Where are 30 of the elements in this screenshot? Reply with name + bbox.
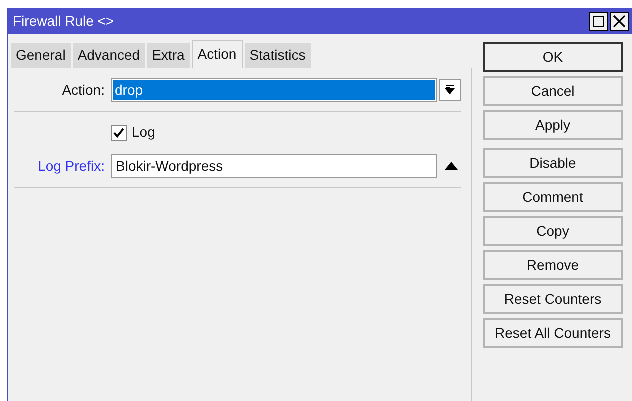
tab[interactable]: Advanced — [72, 43, 146, 68]
dropdown-value: drop — [115, 80, 144, 100]
arrow-down-icon — [445, 84, 455, 96]
dialog-button[interactable]: Remove — [483, 250, 623, 280]
close-button[interactable] — [610, 12, 629, 30]
dropdown-button[interactable] — [439, 79, 461, 101]
action-dropdown[interactable]: drop — [111, 78, 437, 102]
dialog-button[interactable]: Copy — [483, 216, 623, 246]
square-icon — [593, 16, 604, 26]
maximize-button[interactable] — [589, 12, 608, 30]
log-prefix-field[interactable]: Blokir-Wordpress — [111, 154, 437, 178]
field-label: Action: — [61, 80, 106, 100]
log-checkbox[interactable] — [111, 124, 127, 140]
window-title: Firewall Rule <> — [13, 12, 114, 30]
close-icon — [613, 14, 626, 28]
checkbox-label: Log — [132, 123, 156, 142]
tab[interactable]: Extra — [147, 43, 190, 68]
dialog-button[interactable]: Comment — [483, 182, 623, 212]
tab[interactable]: Statistics — [244, 43, 311, 68]
dialog-button[interactable]: OK — [483, 42, 623, 72]
dialog-button[interactable]: Reset Counters — [483, 284, 623, 314]
tab[interactable]: General — [11, 43, 71, 68]
field-label: Log Prefix: — [37, 156, 106, 176]
dialog-button[interactable]: Apply — [483, 110, 623, 140]
collapse-arrow-icon — [445, 162, 458, 170]
check-icon — [113, 126, 125, 138]
dialog-button[interactable]: Reset All Counters — [483, 318, 623, 348]
dialog-button[interactable]: Disable — [483, 148, 623, 178]
tab[interactable]: Action — [192, 40, 243, 68]
dialog-button[interactable]: Cancel — [483, 76, 623, 106]
